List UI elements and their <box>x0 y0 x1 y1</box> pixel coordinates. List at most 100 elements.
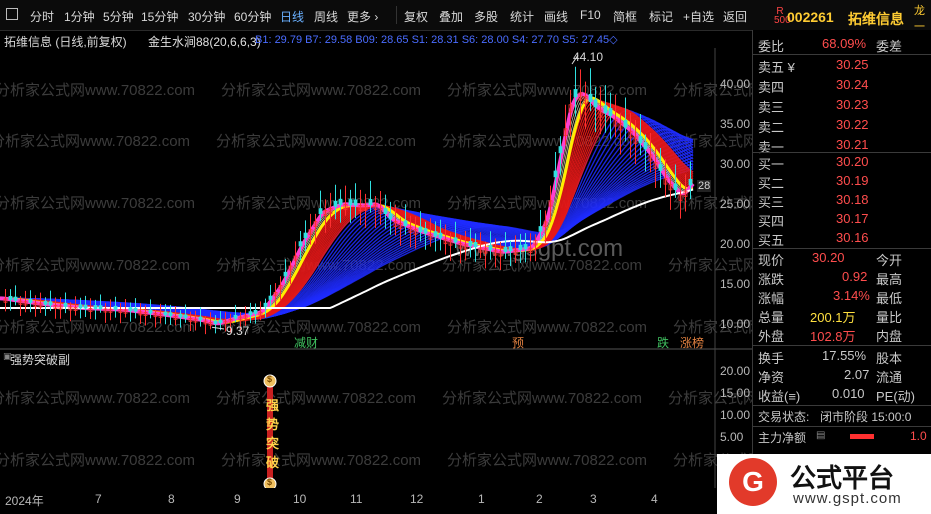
price-chart[interactable]: 分析家公式网www.70822.com 分析家公式网www.70822.com 分析… <box>0 48 752 488</box>
time-tick: 8 <box>168 492 175 506</box>
period-tab[interactable]: 更多 › <box>347 8 378 25</box>
watermark-text: 分析家公式网www.70822.com <box>0 257 190 274</box>
toolbar-button[interactable]: 标记 <box>649 8 673 25</box>
quote-label: 最低 <box>876 291 903 306</box>
time-tick: 3 <box>590 492 597 506</box>
stock-code: 002261 <box>787 9 834 25</box>
sub-tick: 15.00 <box>720 386 751 400</box>
sub-tick: 20.00 <box>720 364 751 378</box>
quote-label: 卖五 ¥ <box>758 60 795 75</box>
watermark-text: 分析家公式网www.70822.com <box>442 390 642 407</box>
logo-mark: G <box>729 458 777 506</box>
toolbar-button[interactable]: F10 <box>580 8 601 22</box>
quote-value: 200.1万 <box>810 310 856 325</box>
watermark-text: 分析家公式网www.70822.com <box>221 452 421 469</box>
quote-label: 买四 <box>758 214 785 229</box>
toolbar-button[interactable]: 简框 <box>613 8 637 25</box>
time-tick: 9 <box>234 492 241 506</box>
quote-label: 买一 <box>758 157 785 172</box>
time-tick: 7 <box>95 492 102 506</box>
quote-label: 外盘 <box>758 329 785 344</box>
quote-value: 0.92 <box>842 269 868 284</box>
time-tick: 2024年 <box>5 494 44 508</box>
watermark-text: 分析家公式网www.70822.com <box>0 390 190 407</box>
quote-label: 流通 <box>876 370 903 385</box>
watermark-text: 分析家公式网www.70822.com <box>447 82 647 99</box>
quote-label: 股本 <box>876 351 903 366</box>
toolbar-button[interactable]: +自选 <box>683 8 714 25</box>
collapse-icon[interactable]: ▣ <box>3 351 12 362</box>
event-tag[interactable]: 减财 <box>292 334 320 351</box>
quote-label: 卖二 <box>758 120 785 135</box>
signal-char: 强 <box>266 398 280 413</box>
signal-coin-icon: $ <box>267 374 273 384</box>
quote-value: 30.23 <box>836 97 869 112</box>
quote-label: 现价 <box>758 253 785 268</box>
period-tab[interactable]: 日线 <box>280 8 304 25</box>
logo-url: www.gspt.com <box>793 490 902 507</box>
quote-value: 102.8万 <box>810 329 856 344</box>
watermark-text: 分析家公式网www.70822.com <box>0 82 195 99</box>
menu-icon[interactable] <box>6 8 18 20</box>
sub-tick: 10.00 <box>720 408 751 422</box>
time-tick: 12 <box>410 492 424 506</box>
quote-value: 2.07 <box>844 367 870 382</box>
quote-value: 30.20 <box>812 250 845 265</box>
quote-value: 68.09% <box>822 36 867 51</box>
quote-value: 3.14% <box>833 288 870 303</box>
stock-name: 拓维信息 <box>848 11 904 27</box>
quote-label: 买五 <box>758 233 785 248</box>
quote-value: 17.55% <box>822 348 867 363</box>
quote-value: 0.010 <box>832 386 865 401</box>
watermark-text: 分析家公式网www.70822.com <box>0 133 190 150</box>
quote-value: 30.22 <box>836 117 869 132</box>
price-tick: 25.00 <box>720 197 751 211</box>
quote-label: 委比 <box>758 39 785 54</box>
indicator-values: B1: 29.79 B7: 29.58 B09: 28.65 S1: 28.31… <box>255 34 618 46</box>
expand-icon[interactable]: ▤ <box>816 430 825 441</box>
status-value: 闭市阶段 15:00:0 <box>820 410 912 424</box>
main-net-value: 1.0 <box>910 429 927 443</box>
quote-value: 30.25 <box>836 57 869 72</box>
watermark-text: 分析家公式网www.70822.com <box>216 133 416 150</box>
quote-label: 收益(≡) <box>758 389 801 404</box>
period-tab[interactable]: 30分钟 <box>188 8 225 25</box>
time-tick: 10 <box>293 492 307 506</box>
toolbar-button[interactable]: 复权 <box>404 8 428 25</box>
quote-label: 内盘 <box>876 329 903 344</box>
period-tab[interactable]: 1分钟 <box>64 8 95 25</box>
toolbar-button[interactable]: 画线 <box>544 8 568 25</box>
toolbar-button[interactable]: 返回 <box>723 8 747 25</box>
toolbar-button[interactable]: 叠加 <box>439 8 463 25</box>
period-tab[interactable]: 分时 <box>30 8 54 25</box>
quote-value: 30.21 <box>836 137 869 152</box>
quote-value: 30.18 <box>836 192 869 207</box>
watermark-text: 分析家公式网www.70822.com <box>0 195 195 212</box>
event-tag[interactable]: 预 <box>510 334 526 351</box>
quote-label: 卖四 <box>758 80 785 95</box>
quote-label: 最高 <box>876 272 903 287</box>
quote-label: 买二 <box>758 176 785 191</box>
signal-char: 势 <box>266 417 280 432</box>
quote-label: 卖三 <box>758 100 785 115</box>
price-tick: 35.00 <box>720 117 751 131</box>
watermark-text: 分析家公式网www.70822.com <box>447 319 647 336</box>
event-tag[interactable]: 涨榜 <box>678 334 706 351</box>
event-tag[interactable]: 跌 <box>655 334 671 351</box>
quote-value: 30.19 <box>836 173 869 188</box>
period-tab[interactable]: 周线 <box>314 8 338 25</box>
quote-label: PE(动) <box>876 389 916 404</box>
sub-chart-title: 强势突破副 <box>10 353 71 367</box>
toolbar-button[interactable]: 统计 <box>510 8 534 25</box>
price-tick: 10.00 <box>720 317 751 331</box>
toolbar-button[interactable]: 多股 <box>474 8 498 25</box>
price-tick: 20.00 <box>720 237 751 251</box>
period-tab[interactable]: 5分钟 <box>103 8 134 25</box>
period-tab[interactable]: 60分钟 <box>234 8 271 25</box>
status-label: 交易状态: <box>758 410 810 424</box>
period-tab[interactable]: 15分钟 <box>141 8 178 25</box>
signal-char: 破 <box>266 455 280 470</box>
quote-label: 净资 <box>758 370 785 385</box>
quote-label: 涨幅 <box>758 291 785 306</box>
quote-label: 涨跌 <box>758 272 785 287</box>
